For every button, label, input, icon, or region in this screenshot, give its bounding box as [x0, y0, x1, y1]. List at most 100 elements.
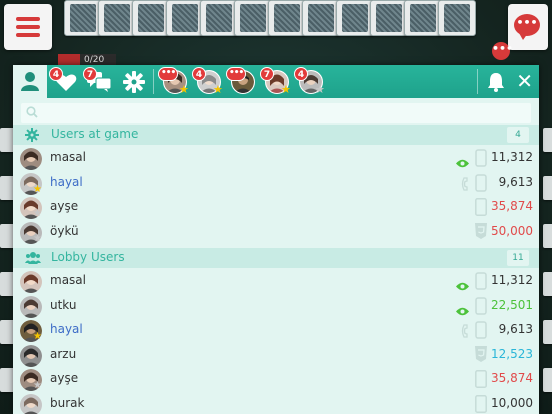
user-row[interactable]: utku 22,501: [13, 295, 539, 319]
user-name: masal: [50, 273, 86, 287]
card-back: [438, 0, 476, 36]
gear-icon: [25, 128, 39, 142]
card-back: [302, 0, 340, 36]
tab-settings[interactable]: [123, 71, 145, 97]
star-icon: ★: [315, 83, 325, 96]
user-score: 9,613: [498, 174, 533, 189]
card-back: [98, 0, 136, 36]
card-back: [200, 0, 238, 36]
eye-icon: [456, 159, 469, 168]
section-users-at-game: Users at game 4: [13, 125, 539, 145]
star-icon: ★: [33, 331, 42, 343]
side-card: [543, 320, 552, 344]
card-back: [336, 0, 374, 36]
side-card: [543, 128, 552, 152]
card-back: [64, 0, 102, 36]
phone-device-icon: [475, 321, 487, 339]
side-card: [543, 272, 552, 296]
user-row[interactable]: arzu 12,523: [13, 344, 539, 368]
star-icon: ★: [213, 83, 223, 96]
user-row[interactable]: ★ ayşe 35,874: [13, 368, 539, 392]
notifications-button[interactable]: [487, 72, 505, 96]
card-back: [166, 0, 204, 36]
user-score: 35,874: [491, 371, 533, 386]
hamburger-line: [16, 25, 40, 29]
tab-divider: [153, 69, 154, 94]
user-icon: [21, 72, 39, 91]
user-score: 11,312: [491, 150, 533, 164]
user-row[interactable]: masal 11,312: [13, 270, 539, 294]
conversation-badge: 7: [260, 67, 274, 81]
favorites-badge: 4: [49, 67, 63, 81]
user-row[interactable]: ★ hayal 9,613: [13, 319, 539, 343]
avatar[interactable]: [20, 148, 42, 170]
close-button[interactable]: ✕: [516, 68, 533, 94]
user-name: masal: [50, 150, 86, 164]
close-icon: ✕: [516, 69, 533, 93]
section-lobby-users: Lobby Users 11: [13, 248, 539, 268]
panel-tab-bar: 4 7 ••• ★ 4 ★ ••• 7 ★ 4 ★ ✕: [13, 65, 539, 98]
eye-icon: [456, 282, 469, 291]
section-title: Lobby Users: [51, 250, 125, 264]
tab-users[interactable]: [13, 65, 47, 98]
tablet-device-icon: [475, 395, 487, 413]
avatar[interactable]: [20, 295, 42, 318]
conversation-badge: 4: [294, 67, 308, 81]
card-back: [404, 0, 442, 36]
more-options-badge[interactable]: •••: [492, 42, 513, 60]
user-score: 12,523: [491, 346, 533, 361]
hamburger-line: [16, 33, 40, 37]
phone-call-icon: [461, 176, 468, 191]
phone-device-icon: [475, 296, 487, 315]
group-icon: [25, 252, 41, 264]
user-score: 11,312: [491, 273, 533, 287]
avatar[interactable]: [20, 344, 42, 367]
tab-divider: [477, 69, 478, 94]
menu-button[interactable]: [4, 4, 52, 50]
user-name: ayşe: [50, 371, 79, 386]
tablet-device-icon: [475, 370, 487, 389]
user-name: ayşe: [50, 199, 79, 214]
star-icon: ★: [33, 183, 42, 195]
html5-icon: [475, 222, 487, 239]
side-card: [543, 224, 552, 248]
user-row[interactable]: ★ ayşe 35,874: [13, 196, 539, 220]
avatar[interactable]: [20, 394, 42, 414]
phone-call-icon: [461, 324, 468, 338]
search-input[interactable]: [41, 103, 515, 123]
user-score: 35,874: [491, 199, 533, 214]
user-name: arzu: [50, 346, 77, 361]
star-icon: ★: [281, 83, 291, 96]
conversation-badge: •••: [226, 67, 247, 81]
user-name: hayal: [50, 322, 83, 337]
card-back: [132, 0, 170, 36]
user-row[interactable]: ★ öykü 50,000: [13, 221, 539, 245]
hamburger-line: [16, 17, 40, 21]
user-score: 9,613: [498, 322, 533, 337]
html5-icon: [475, 345, 487, 362]
user-name: hayal: [50, 174, 83, 189]
avatar[interactable]: [20, 271, 42, 293]
phone-device-icon: [475, 149, 487, 167]
chat-bubble-icon: •••: [514, 14, 540, 40]
tablet-device-icon: [475, 198, 487, 217]
conversation-badge: 4: [192, 67, 206, 81]
search-bar: [13, 101, 539, 123]
user-name: öykü: [50, 223, 79, 238]
opponent-hand: [64, 0, 488, 38]
section-count: 11: [507, 250, 529, 266]
conversation-badge: •••: [158, 67, 179, 81]
star-icon: ★: [33, 208, 42, 220]
search-icon: [26, 106, 38, 118]
card-back: [268, 0, 306, 36]
section-title: Users at game: [51, 127, 139, 141]
section-count: 4: [507, 127, 529, 143]
star-icon: ★: [33, 232, 42, 244]
user-row[interactable]: ★ hayal 9,613: [13, 172, 539, 196]
star-icon: ★: [179, 83, 189, 96]
user-row[interactable]: masal 11,312: [13, 147, 539, 171]
user-row[interactable]: burak 10,000: [13, 393, 539, 414]
chat-button[interactable]: •••: [508, 4, 548, 50]
user-name: utku: [50, 297, 77, 312]
user-score: 22,501: [491, 297, 533, 312]
